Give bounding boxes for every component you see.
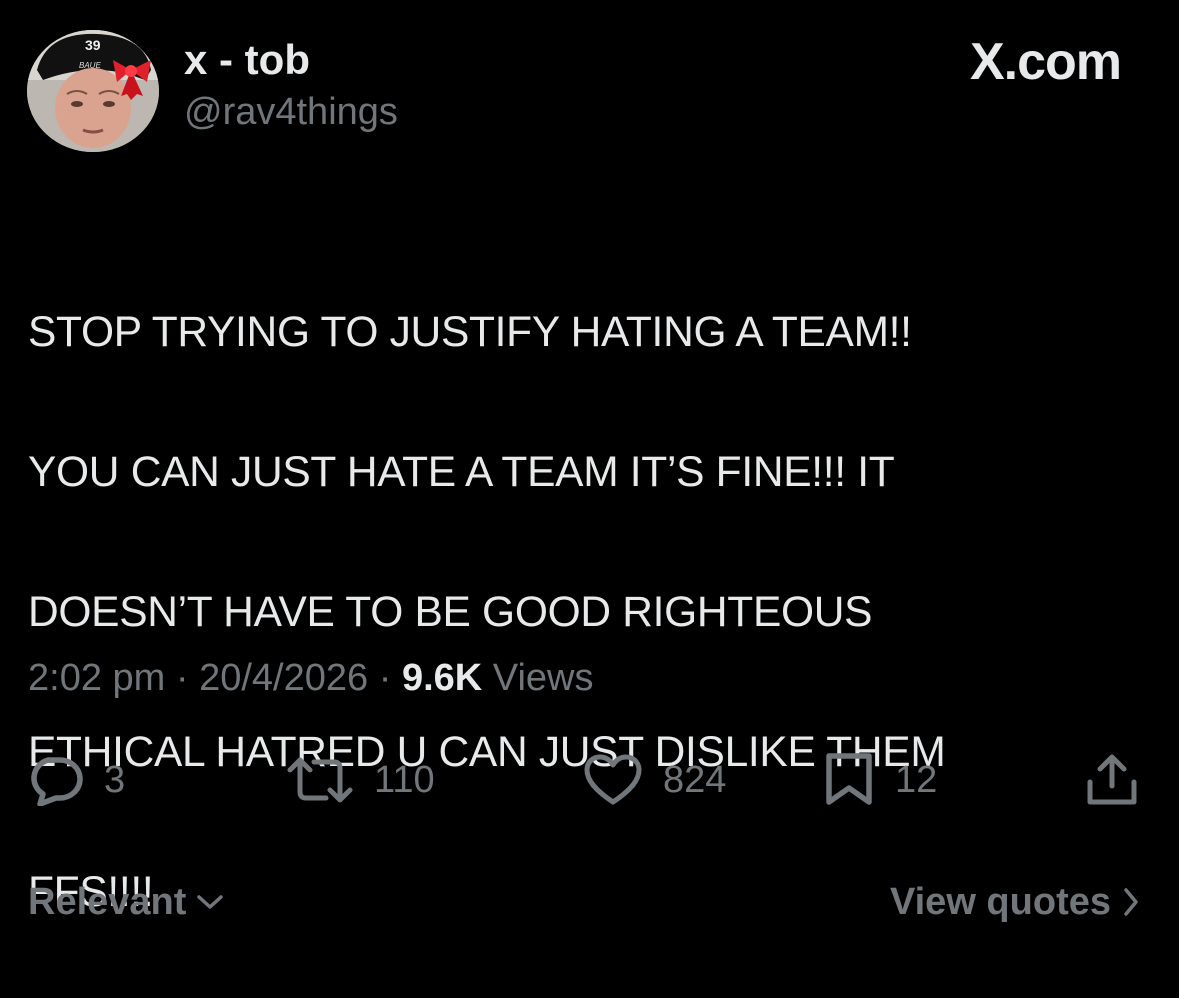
author-handle[interactable]: @rav4things [184, 88, 398, 136]
like-count: 824 [663, 759, 727, 801]
share-icon [1087, 754, 1137, 805]
repost-button[interactable]: 110 [286, 750, 435, 810]
share-button[interactable] [1084, 750, 1140, 810]
views-label: Views [492, 657, 594, 699]
tweet-date[interactable]: 20/4/2026 [199, 657, 368, 699]
tweet-line: YOU CAN JUST HATE A TEAM IT’S FINE!!! IT [28, 449, 895, 496]
view-quotes-label: View quotes [889, 881, 1111, 923]
repost-icon [287, 757, 353, 803]
svg-text:39: 39 [85, 37, 101, 53]
tweet-meta: 2:02 pm · 20/4/2026 · 9.6K Views [28, 654, 593, 702]
bookmark-count: 12 [895, 759, 938, 801]
bookmark-icon [826, 753, 872, 805]
author-avatar[interactable]: 39 BAUE [27, 30, 159, 152]
reply-count: 3 [104, 759, 126, 801]
repost-count: 110 [374, 759, 435, 801]
bookmark-button[interactable]: 12 [823, 750, 937, 810]
chevron-down-icon [197, 895, 224, 909]
sort-label: Relevant [28, 881, 187, 923]
reply-icon [31, 757, 83, 806]
view-quotes-link[interactable]: View quotes [890, 878, 1141, 926]
avatar-hockey-player-icon: 39 BAUE [27, 30, 159, 152]
brand-logo: X.com [969, 33, 1122, 91]
action-bar: 3 110 824 12 [0, 750, 1179, 810]
tweet-line: DOESN’T HAVE TO BE GOOD RIGHTEOUS [28, 589, 873, 636]
tweet-line: STOP TRYING TO JUSTIFY HATING A TEAM!! [28, 309, 912, 356]
views-count: 9.6K [401, 657, 483, 699]
author-display-name[interactable]: x - tob [184, 36, 310, 84]
like-button[interactable]: 824 [583, 750, 726, 810]
meta-separator: · [368, 657, 402, 699]
reply-button[interactable]: 3 [26, 750, 125, 810]
meta-separator: · [165, 657, 200, 699]
chevron-right-icon [1124, 888, 1138, 916]
tweet-time[interactable]: 2:02 pm [28, 657, 165, 699]
heart-icon [584, 754, 642, 805]
sort-relevant-dropdown[interactable]: Relevant [28, 878, 224, 926]
